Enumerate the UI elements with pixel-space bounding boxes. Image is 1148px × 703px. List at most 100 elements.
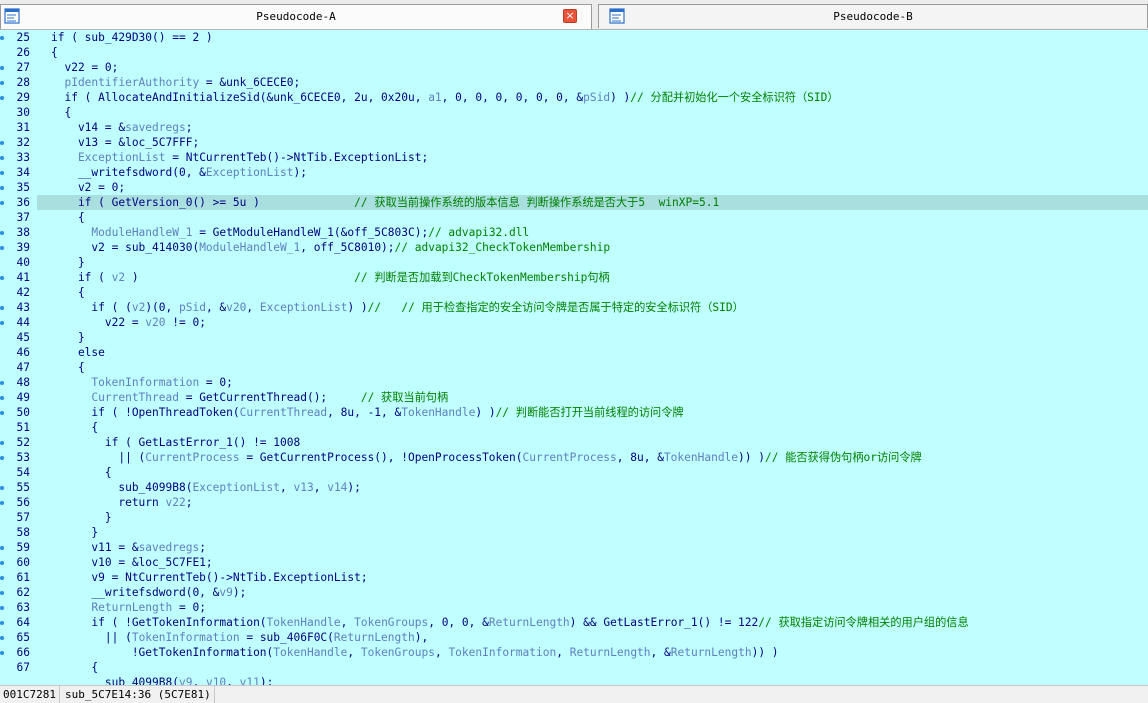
breakpoint-dot-icon[interactable]: [0, 171, 4, 175]
code-line[interactable]: }: [37, 330, 85, 345]
code-line-current[interactable]: if ( GetVersion_0() >= 5u ) // 获取当前操作系统的…: [37, 195, 1148, 210]
breakpoint-dot-icon[interactable]: [0, 606, 4, 610]
breakpoint-dot-icon[interactable]: [0, 396, 4, 400]
breakpoint-dot-icon[interactable]: [0, 411, 4, 415]
code-line[interactable]: }: [37, 525, 98, 540]
code-line[interactable]: sub_4099B8(v9, v10, v11);: [37, 675, 273, 685]
code-line[interactable]: __writefsdword(0, &v9);: [37, 585, 246, 600]
breakpoint-dot-icon[interactable]: [0, 546, 4, 550]
breakpoint-dot-icon[interactable]: [0, 231, 4, 235]
breakpoint-dot-icon[interactable]: [0, 141, 4, 145]
line-number: 33: [16, 151, 30, 164]
code-variable: v14: [327, 481, 348, 494]
code-line[interactable]: v11 = &savedregs;: [37, 540, 206, 555]
pseudocode-view[interactable]: if ( sub_429D30() == 2 ) { v22 = 0; pIden…: [37, 30, 1148, 685]
breakpoint-dot-icon[interactable]: [0, 306, 4, 310]
code-line[interactable]: v9 = NtCurrentTeb()->NtTib.ExceptionList…: [37, 570, 367, 585]
code-line[interactable]: if ( GetLastError_1() != 1008: [37, 435, 300, 450]
code-token: if ( sub_429D30() == 2 ): [51, 31, 213, 44]
code-line[interactable]: sub_4099B8(ExceptionList, v13, v14);: [37, 480, 361, 495]
breakpoint-dot-icon[interactable]: [0, 276, 4, 280]
breakpoint-dot-icon[interactable]: [0, 156, 4, 160]
breakpoint-dot-icon[interactable]: [0, 636, 4, 640]
line-number: 62: [16, 586, 30, 599]
code-comment: // 判断是否加载到CheckTokenMembership句柄: [354, 271, 610, 284]
code-variable: pSid: [179, 301, 206, 314]
code-line[interactable]: if ( !GetTokenInformation(TokenHandle, T…: [37, 615, 969, 630]
line-number: 28: [16, 76, 30, 89]
breakpoint-dot-icon[interactable]: [0, 486, 4, 490]
line-number: 42: [16, 286, 30, 299]
code-line[interactable]: {: [37, 420, 98, 435]
code-line[interactable]: {: [37, 465, 112, 480]
breakpoint-dot-icon[interactable]: [0, 561, 4, 565]
code-line[interactable]: v14 = &savedregs;: [37, 120, 193, 135]
code-line[interactable]: }: [37, 255, 85, 270]
code-line[interactable]: {: [37, 105, 71, 120]
code-line[interactable]: else: [37, 345, 105, 360]
code-line[interactable]: }: [37, 510, 112, 525]
breakpoint-dot-icon[interactable]: [0, 621, 4, 625]
breakpoint-dot-icon[interactable]: [0, 576, 4, 580]
breakpoint-dot-icon[interactable]: [0, 456, 4, 460]
breakpoint-dot-icon[interactable]: [0, 201, 4, 205]
breakpoint-dot-icon[interactable]: [0, 591, 4, 595]
code-line[interactable]: if ( sub_429D30() == 2 ): [37, 30, 213, 45]
line-number: 60: [16, 556, 30, 569]
code-variable: ReturnLength: [569, 646, 651, 659]
code-line[interactable]: {: [37, 45, 58, 60]
code-line[interactable]: v13 = &loc_5C7FFF;: [37, 135, 199, 150]
breakpoint-dot-icon[interactable]: [0, 321, 4, 325]
code-line[interactable]: if ( v2 ) // 判断是否加载到CheckTokenMembership…: [37, 270, 610, 285]
code-line[interactable]: v22 = 0;: [37, 60, 118, 75]
breakpoint-dot-icon[interactable]: [0, 441, 4, 445]
breakpoint-dot-icon[interactable]: [0, 651, 4, 655]
code-line[interactable]: v2 = 0;: [37, 180, 125, 195]
code-line[interactable]: !GetTokenInformation(TokenHandle, TokenG…: [37, 645, 779, 660]
code-line[interactable]: ExceptionList = NtCurrentTeb()->NtTib.Ex…: [37, 150, 428, 165]
code-line[interactable]: return v22;: [37, 495, 192, 510]
code-token: );: [259, 676, 274, 685]
code-line[interactable]: v10 = &loc_5C7FE1;: [37, 555, 212, 570]
code-token: if ( GetVersion_0() >= 5u ): [51, 196, 355, 209]
breakpoint-dot-icon[interactable]: [0, 81, 4, 85]
breakpoint-dot-icon[interactable]: [0, 66, 4, 70]
breakpoint-dot-icon[interactable]: [0, 186, 4, 190]
code-token: sub_4099B8(: [51, 481, 193, 494]
line-number: 45: [16, 331, 30, 344]
tab-pseudocode-b[interactable]: Pseudocode-B: [598, 4, 1148, 28]
code-token: );: [293, 166, 307, 179]
tab-pseudocode-a[interactable]: Pseudocode-A ×: [0, 4, 592, 29]
code-line[interactable]: v2 = sub_414030(ModuleHandleW_1, off_5C8…: [37, 240, 610, 255]
code-line[interactable]: if ( !OpenThreadToken(CurrentThread, 8u,…: [37, 405, 683, 420]
code-line[interactable]: ReturnLength = 0;: [37, 600, 206, 615]
code-variable: ReturnLength: [488, 616, 570, 629]
code-line[interactable]: {: [37, 660, 98, 675]
code-line[interactable]: pIdentifierAuthority = &unk_6CECE0;: [37, 75, 300, 90]
breakpoint-dot-icon[interactable]: [0, 501, 4, 505]
code-line[interactable]: if ( (v2)(0, pSid, &v20, ExceptionList) …: [37, 300, 743, 315]
code-line[interactable]: {: [37, 210, 85, 225]
code-variable: TokenHandle: [266, 616, 341, 629]
breakpoint-dot-icon[interactable]: [0, 381, 4, 385]
line-number: 58: [16, 526, 30, 539]
status-bar: 001C7281 sub_5C7E14:36 (5C7E81): [0, 685, 1148, 703]
code-line[interactable]: || (TokenInformation = sub_406F0C(Return…: [37, 630, 428, 645]
code-line[interactable]: v22 = v20 != 0;: [37, 315, 206, 330]
code-comment: // 获取指定访问令牌相关的用户组的信息: [758, 616, 969, 629]
code-line[interactable]: || (CurrentProcess = GetCurrentProcess()…: [37, 450, 921, 465]
breakpoint-dot-icon[interactable]: [0, 96, 4, 100]
breakpoint-dot-icon[interactable]: [0, 246, 4, 250]
code-token: {: [51, 106, 72, 119]
code-token: if (: [51, 271, 112, 284]
code-line[interactable]: if ( AllocateAndInitializeSid(&unk_6CECE…: [37, 90, 838, 105]
code-line[interactable]: CurrentThread = GetCurrentThread(); // 获…: [37, 390, 448, 405]
code-line[interactable]: __writefsdword(0, &ExceptionList);: [37, 165, 307, 180]
code-token: if ( (: [51, 301, 132, 314]
code-line[interactable]: TokenInformation = 0;: [37, 375, 232, 390]
code-line[interactable]: ModuleHandleW_1 = GetModuleHandleW_1(&of…: [37, 225, 529, 240]
breakpoint-dot-icon[interactable]: [0, 36, 4, 40]
code-line[interactable]: {: [37, 285, 85, 300]
close-icon[interactable]: ×: [563, 9, 577, 23]
code-line[interactable]: {: [37, 360, 85, 375]
